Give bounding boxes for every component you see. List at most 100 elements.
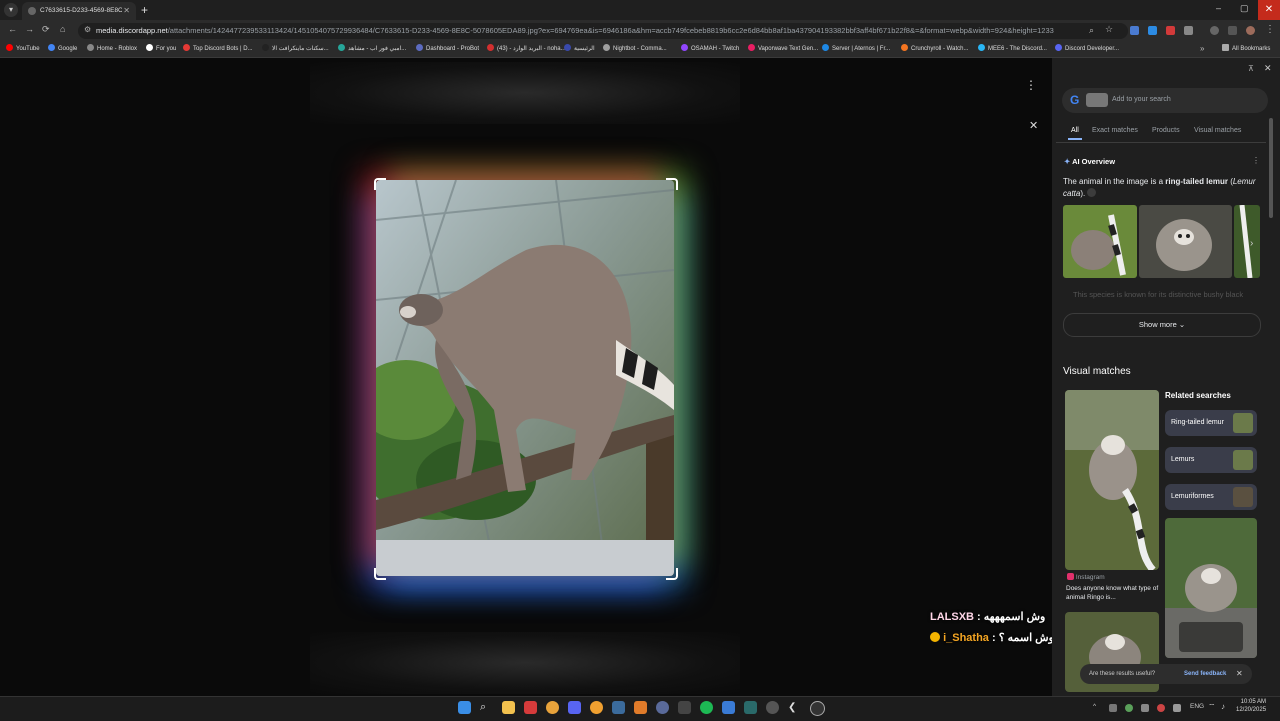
ai-image[interactable]	[1139, 205, 1232, 278]
app-icon[interactable]	[634, 701, 647, 714]
app-icon[interactable]	[590, 701, 603, 714]
tab-exact-matches[interactable]: Exact matches	[1092, 127, 1138, 134]
app-icon[interactable]	[524, 701, 537, 714]
discord-icon[interactable]	[568, 701, 581, 714]
extension-icon[interactable]	[1166, 26, 1175, 35]
all-bookmarks-button[interactable]: All Bookmarks	[1222, 44, 1270, 55]
bookmark-item[interactable]: Top Discord Bots | D...	[183, 44, 253, 55]
spotify-icon[interactable]	[700, 701, 713, 714]
extensions-puzzle-icon[interactable]	[1184, 26, 1193, 35]
show-more-button[interactable]: Show more ⌄	[1063, 313, 1261, 337]
bookmark-item[interactable]: Server | Aternos | Fr...	[822, 44, 890, 55]
panel-close-icon[interactable]: ✕	[1264, 63, 1272, 74]
tray-icon[interactable]	[1173, 704, 1181, 712]
bookmark-item[interactable]: YouTube	[6, 44, 40, 55]
pin-icon[interactable]: ⊼	[1248, 64, 1254, 73]
bookmark-item[interactable]: Home - Roblox	[87, 44, 137, 55]
profile-avatar-icon[interactable]	[1246, 26, 1255, 35]
browser-menu-icon[interactable]: ⋮	[1265, 24, 1275, 35]
minimize-button[interactable]: –	[1216, 3, 1221, 13]
language-indicator[interactable]: ENG	[1190, 703, 1204, 710]
bookmark-item[interactable]: Nightbot - Comma...	[603, 44, 667, 55]
clock[interactable]: 10:05 AM 12/20/2025	[1236, 699, 1266, 714]
tray-icon[interactable]	[1141, 704, 1149, 712]
app-icon[interactable]	[744, 701, 757, 714]
forward-button[interactable]: →	[25, 24, 34, 34]
link-icon[interactable]	[1087, 188, 1097, 197]
app-icon[interactable]	[656, 701, 669, 714]
bookmark-item[interactable]: For you	[146, 44, 176, 55]
app-icon[interactable]	[810, 701, 825, 716]
app-icon[interactable]	[766, 701, 779, 714]
bookmark-item[interactable]: MEE6 - The Discord...	[978, 44, 1047, 55]
bookmark-star-icon[interactable]: ☆	[1105, 24, 1113, 35]
ai-image[interactable]	[1234, 205, 1260, 278]
feedback-close-icon[interactable]: ✕	[1236, 664, 1243, 684]
browser-tab[interactable]: C7633615-D233-4569-8E8C-5... ✕	[22, 2, 136, 20]
tray-icon[interactable]	[1157, 704, 1165, 712]
viewer-close-icon[interactable]: ✕	[1029, 119, 1038, 132]
panel-scrollbar[interactable]	[1269, 118, 1273, 218]
lens-icon[interactable]	[1210, 26, 1219, 35]
file-explorer-icon[interactable]	[502, 701, 515, 714]
tab-products[interactable]: Products	[1152, 127, 1180, 134]
tray-icon[interactable]	[1125, 704, 1133, 712]
bookmark-item[interactable]: Vaporwave Text Gen...	[748, 44, 818, 55]
bookmark-item[interactable]: سكنات ماينكرافت الا...	[262, 44, 329, 55]
zoom-search-icon[interactable]: ⌕	[1089, 25, 1094, 36]
search-icon[interactable]: ⌕	[480, 701, 493, 714]
back-button[interactable]: ←	[8, 24, 17, 34]
wifi-icon[interactable]: ⌔	[1208, 702, 1216, 712]
steam-icon[interactable]	[612, 701, 625, 714]
window-close-button[interactable]: ✕	[1258, 0, 1280, 20]
crop-handle[interactable]	[374, 178, 386, 190]
maximize-button[interactable]: ▢	[1240, 3, 1249, 14]
app-icon[interactable]: ❮	[788, 701, 801, 714]
ai-image[interactable]	[1063, 205, 1137, 278]
related-search-chip[interactable]: Lemurs	[1165, 447, 1257, 473]
bookmark-item[interactable]: Google	[48, 44, 77, 55]
tab-close-icon[interactable]: ✕	[123, 2, 130, 20]
reload-button[interactable]: ⟳	[42, 24, 50, 35]
crop-handle[interactable]	[374, 568, 386, 580]
volume-icon[interactable]: ♪	[1221, 702, 1225, 711]
app-icon[interactable]	[678, 701, 691, 714]
visual-match-image[interactable]	[1065, 390, 1159, 570]
crop-handle[interactable]	[666, 178, 678, 190]
bookmark-item[interactable]: OSAMAH - Twitch	[681, 44, 739, 55]
bookmark-item[interactable]: الرئيسية	[564, 44, 595, 55]
lens-search-box[interactable]: G Add to your search	[1062, 88, 1268, 113]
bookmark-item[interactable]: Dashboard - ProBot	[416, 44, 479, 55]
visual-match-caption[interactable]: Does anyone know what type of animal Rin…	[1066, 584, 1160, 602]
send-feedback-button[interactable]: Send feedback	[1184, 664, 1226, 684]
extension-icon[interactable]	[1130, 26, 1139, 35]
crop-handle[interactable]	[666, 568, 678, 580]
start-icon[interactable]	[458, 701, 471, 714]
visual-match-source[interactable]: Instagram	[1067, 573, 1105, 581]
related-search-chip[interactable]: Ring-tailed lemur	[1165, 410, 1257, 436]
tray-overflow-icon[interactable]: ^	[1093, 703, 1096, 710]
tab-all[interactable]: All	[1071, 127, 1079, 134]
app-icon[interactable]	[722, 701, 735, 714]
related-search-chip[interactable]: Lemuriformes	[1165, 484, 1257, 510]
home-button[interactable]: ⌂	[60, 24, 65, 34]
bookmark-item[interactable]: Discord Developer...	[1055, 44, 1119, 55]
ai-overview-more-icon[interactable]: ⋮	[1252, 156, 1260, 165]
visual-match-image[interactable]	[1165, 518, 1257, 658]
tab-search-button[interactable]: ▾	[4, 3, 18, 17]
bookmark-item[interactable]: امبي فور اب - مشاهد...	[338, 44, 406, 55]
viewer-more-icon[interactable]: ⋮	[1025, 78, 1037, 92]
new-tab-button[interactable]: +	[141, 3, 148, 17]
bookmarks-overflow-icon[interactable]: »	[1200, 44, 1204, 53]
bookmark-item[interactable]: Crunchyroll - Watch...	[901, 44, 968, 55]
tab-visual-matches[interactable]: Visual matches	[1194, 127, 1241, 134]
address-bar[interactable]: media.discordapp.net/attachments/1424477…	[78, 23, 1128, 39]
carousel-next-icon[interactable]: ›	[1250, 238, 1253, 249]
lemur-photo[interactable]	[376, 180, 674, 576]
tray-icon[interactable]	[1109, 704, 1117, 712]
extension-icon[interactable]	[1148, 26, 1157, 35]
sidepanel-icon[interactable]	[1228, 26, 1237, 35]
chrome-icon[interactable]	[546, 701, 559, 714]
bookmark-item[interactable]: (43) - البريد الوارد - noha...	[487, 44, 566, 55]
site-info-icon[interactable]: ⚙	[84, 25, 91, 34]
